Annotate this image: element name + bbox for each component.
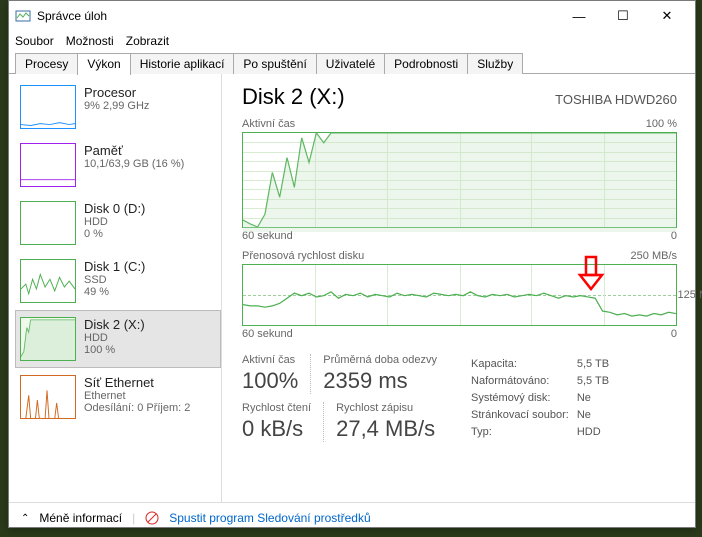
window-title: Správce úloh	[37, 9, 557, 23]
disk2-thumbnail	[20, 317, 76, 361]
tab-users[interactable]: Uživatelé	[316, 53, 385, 74]
titlebar: Správce úloh — ☐ ✕	[9, 1, 695, 31]
cpu-thumbnail	[20, 85, 76, 129]
sidebar-item-disk0[interactable]: Disk 0 (D:)HDD0 %	[15, 194, 221, 252]
tab-processes[interactable]: Procesy	[15, 53, 78, 74]
resource-monitor-link[interactable]: Spustit program Sledování prostředků	[169, 511, 370, 525]
close-button[interactable]: ✕	[645, 1, 689, 31]
sidebar-item-disk2[interactable]: Disk 2 (X:)HDD100 %	[15, 310, 221, 368]
content: Procesor9% 2,99 GHz Paměť10,1/63,9 GB (1…	[9, 74, 695, 502]
sidebar-item-ethernet[interactable]: Síť EthernetEthernetOdesílání: 0 Příjem:…	[15, 368, 221, 426]
task-manager-window: Správce úloh — ☐ ✕ Soubor Možnosti Zobra…	[8, 0, 696, 528]
disk-properties: Kapacita:5,5 TB Naformátováno:5,5 TB Sys…	[469, 354, 617, 442]
main-panel: Disk 2 (X:) TOSHIBA HDWD260 Aktivní čas1…	[222, 74, 695, 502]
throughput-chart: Přenosová rychlost disku250 MB/s 125 MB/…	[242, 250, 677, 340]
sidebar[interactable]: Procesor9% 2,99 GHz Paměť10,1/63,9 GB (1…	[9, 74, 222, 502]
menu-view[interactable]: Zobrazit	[126, 34, 169, 48]
memory-thumbnail	[20, 143, 76, 187]
tab-startup[interactable]: Po spuštění	[233, 53, 316, 74]
fewer-details-link[interactable]: Méně informací	[39, 511, 122, 525]
disk0-thumbnail	[20, 201, 76, 245]
menubar: Soubor Možnosti Zobrazit	[9, 31, 695, 51]
menu-file[interactable]: Soubor	[15, 34, 54, 48]
tabs: Procesy Výkon Historie aplikací Po spušt…	[9, 53, 695, 74]
tab-services[interactable]: Služby	[467, 53, 523, 74]
maximize-button[interactable]: ☐	[601, 1, 645, 31]
sidebar-item-memory[interactable]: Paměť10,1/63,9 GB (16 %)	[15, 136, 221, 194]
tab-app-history[interactable]: Historie aplikací	[130, 53, 235, 74]
ethernet-thumbnail	[20, 375, 76, 419]
tab-performance[interactable]: Výkon	[77, 53, 130, 75]
stats-row: Aktivní čas100% Průměrná doba odezvy2359…	[242, 354, 677, 442]
menu-options[interactable]: Možnosti	[66, 34, 114, 48]
minimize-button[interactable]: —	[557, 1, 601, 31]
sidebar-item-disk1[interactable]: Disk 1 (C:)SSD49 %	[15, 252, 221, 310]
footer: ⌃ Méně informací | Spustit program Sledo…	[9, 502, 695, 533]
tab-details[interactable]: Podrobnosti	[384, 53, 468, 74]
collapse-icon[interactable]: ⌃	[21, 513, 29, 524]
disk-model: TOSHIBA HDWD260	[555, 92, 677, 107]
disk1-thumbnail	[20, 259, 76, 303]
task-manager-icon	[15, 8, 31, 24]
disk-title: Disk 2 (X:)	[242, 84, 345, 110]
resmon-icon	[145, 511, 159, 525]
sidebar-item-cpu[interactable]: Procesor9% 2,99 GHz	[15, 78, 221, 136]
active-time-chart: Aktivní čas100 % 60 sekund0	[242, 118, 677, 242]
